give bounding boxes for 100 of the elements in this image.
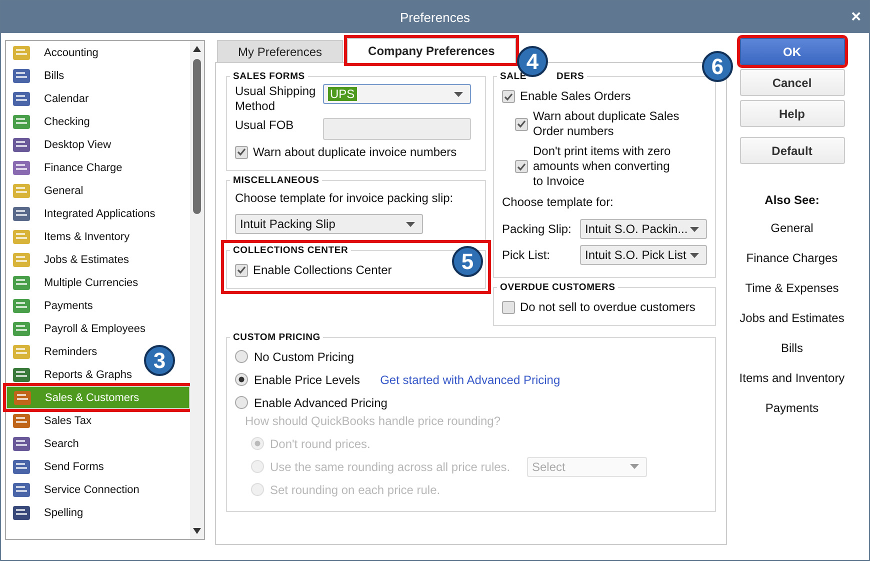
field-label: Usual FOB <box>235 118 295 133</box>
checkbox[interactable] <box>515 118 528 130</box>
category-item[interactable]: Send Forms <box>6 455 110 478</box>
prompt-text: Choose template for: <box>502 195 614 209</box>
caret-icon <box>630 464 639 469</box>
checkbox-label: Enable Sales Orders <box>520 89 632 104</box>
category-icon <box>12 66 32 84</box>
category-item[interactable]: Payments <box>6 294 99 317</box>
category-icon <box>12 136 32 154</box>
also-see-link[interactable]: Time & Expenses <box>737 281 847 296</box>
category-item[interactable]: Search <box>6 432 85 455</box>
group-title: SALES FORMS <box>232 71 306 82</box>
category-item[interactable]: Desktop View <box>6 133 118 156</box>
category-icon <box>12 480 32 498</box>
category-item[interactable]: Reports & Graphs <box>6 363 138 386</box>
tab[interactable]: Company Preferences <box>347 38 516 63</box>
category-item[interactable]: Service Connection <box>6 478 146 501</box>
category-item[interactable]: Sales Tax <box>6 409 98 432</box>
category-icon <box>12 434 32 452</box>
category-icon <box>12 458 32 476</box>
checkbox[interactable] <box>235 146 248 158</box>
category-item[interactable]: General <box>6 179 90 202</box>
category-item[interactable]: Spelling <box>6 501 90 524</box>
radio-label: Use the same rounding across all price rules. <box>270 460 510 474</box>
radio-label: Set rounding on each price rule. <box>270 482 440 496</box>
also-see-title: Also See: <box>764 193 820 207</box>
checkbox[interactable] <box>502 300 515 314</box>
input-field[interactable] <box>323 118 471 140</box>
group-title: MISCELLANEOUS <box>232 175 320 186</box>
category-item[interactable]: Payroll & Employees <box>6 317 152 340</box>
group-title: COLLECTIONS CENTER <box>232 245 350 256</box>
field-label: Pick List: <box>502 248 550 262</box>
radio-button[interactable] <box>235 373 248 386</box>
category-item[interactable]: Jobs & Estimates <box>6 248 135 271</box>
category-icon <box>12 250 32 268</box>
category-icon <box>12 204 32 222</box>
radio-label: No Custom Pricing <box>254 350 354 364</box>
group-title: DERS <box>556 71 584 82</box>
advanced-pricing-link[interactable]: Get started with Advanced Pricing <box>380 372 560 386</box>
category-icon <box>12 296 32 314</box>
packing-slip-dropdown[interactable]: Intuit Packing Slip <box>235 214 423 234</box>
template-dropdown[interactable]: Intuit S.O. Packin... <box>580 219 707 239</box>
caret-icon <box>406 222 415 226</box>
dialog-button[interactable]: Cancel <box>740 69 844 96</box>
category-item[interactable]: Bills <box>6 64 70 87</box>
category-item[interactable]: Calendar <box>6 87 95 110</box>
scroll-up-icon[interactable] <box>192 45 202 53</box>
window-title: Preferences <box>400 10 470 24</box>
category-item[interactable]: Checking <box>6 110 96 133</box>
checkbox-label: Warn about duplicate Sales Order numbers <box>533 109 680 139</box>
shipping-dropdown[interactable]: UPS <box>323 84 471 104</box>
field-label: Usual Shipping Method <box>235 84 317 114</box>
group-title: SALE <box>500 71 527 82</box>
category-icon <box>12 504 32 522</box>
caret-icon <box>690 252 699 258</box>
category-icon <box>12 366 32 384</box>
also-see-link[interactable]: General <box>737 221 847 236</box>
category-item[interactable]: Multiple Currencies <box>6 271 144 294</box>
also-see-link[interactable]: Finance Charges <box>737 251 847 266</box>
checkbox[interactable] <box>502 90 515 103</box>
category-icon <box>12 274 32 292</box>
caret-icon <box>454 92 463 96</box>
radio-button[interactable] <box>235 396 248 409</box>
category-item[interactable]: Integrated Applications <box>6 202 162 225</box>
category-item[interactable]: Finance Charge <box>6 156 128 179</box>
dialog-button[interactable]: Default <box>740 137 844 164</box>
group-title: CUSTOM PRICING <box>232 332 322 343</box>
category-icon <box>13 388 33 406</box>
also-see-link[interactable]: Payments <box>737 401 847 416</box>
radio-button[interactable] <box>235 350 248 363</box>
category-item[interactable]: Items & Inventory <box>6 225 136 248</box>
close-button[interactable]: × <box>851 7 861 27</box>
category-icon <box>12 90 32 108</box>
rounding-question: How should QuickBooks handle price rounding? <box>245 414 502 428</box>
checkbox-label: Enable Collections Center <box>253 263 392 277</box>
scroll-thumb[interactable] <box>193 59 201 214</box>
category-item[interactable]: Sales & Customers <box>6 386 190 409</box>
radio-label: Enable Price Levels <box>254 372 360 386</box>
field-label: Packing Slip: <box>502 222 572 236</box>
scroll-down-icon[interactable] <box>192 527 202 535</box>
category-icon <box>12 158 32 176</box>
checkbox[interactable] <box>515 160 528 173</box>
checkbox-label: Do not sell to overdue customers <box>520 300 696 314</box>
prompt-text: Choose template for invoice packing slip: <box>235 190 454 206</box>
tab[interactable]: My Preferences <box>217 40 344 62</box>
checkbox[interactable] <box>235 264 248 276</box>
radio-label: Enable Advanced Pricing <box>254 396 388 410</box>
also-see-link[interactable]: Jobs and Estimates <box>737 311 847 326</box>
category-icon <box>12 182 32 200</box>
step-badge: 6 <box>702 51 733 82</box>
template-dropdown[interactable]: Intuit S.O. Pick List <box>580 245 707 265</box>
category-icon <box>12 112 32 130</box>
dialog-button[interactable]: Help <box>740 100 844 127</box>
category-item[interactable]: Reminders <box>6 340 104 363</box>
also-see-link[interactable]: Items and Inventory <box>737 371 847 386</box>
also-see-link[interactable]: Bills <box>737 341 847 356</box>
category-item[interactable]: Accounting <box>6 41 104 64</box>
scrollbar[interactable] <box>190 41 204 539</box>
checkbox-label: Don't print items with zero amounts when converting to Invoice <box>533 144 672 189</box>
caret-icon <box>690 226 699 232</box>
